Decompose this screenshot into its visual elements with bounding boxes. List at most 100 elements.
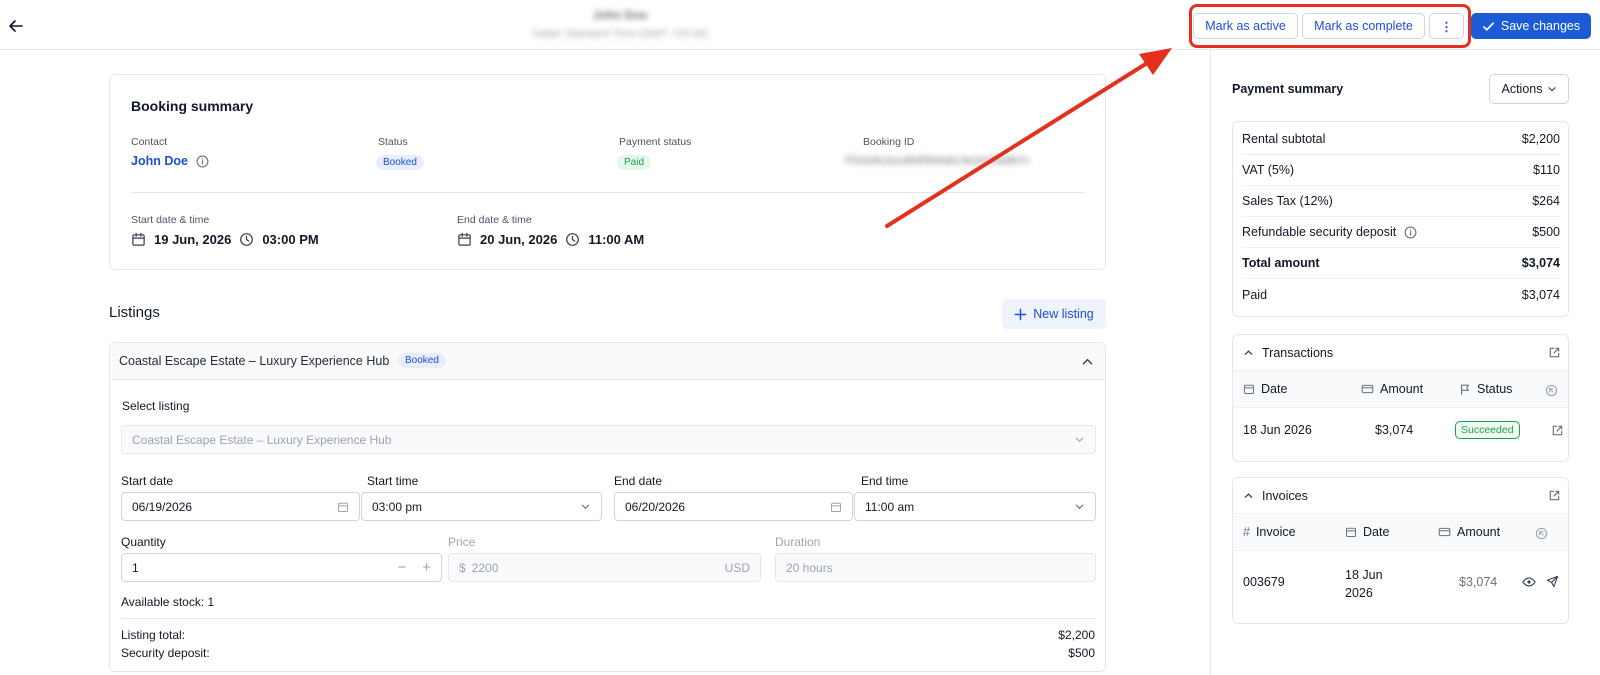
- chevron-up-icon[interactable]: [1243, 347, 1254, 358]
- external-link-icon[interactable]: [1548, 489, 1561, 502]
- start-datetime: 19 Jun, 2026 03:00 PM: [131, 232, 319, 247]
- payment-row-label: Paid: [1242, 287, 1268, 302]
- price-label: Price: [448, 535, 476, 549]
- column-header-amount: Amount: [1361, 371, 1423, 407]
- listing-total-value: $2,200: [1058, 628, 1095, 642]
- end-time-value: 11:00 am: [865, 499, 915, 514]
- flag-icon: [1461, 384, 1469, 395]
- top-bar: John Doe Indian Standard Time (GMT +05:3…: [0, 0, 1600, 50]
- column-settings-icon[interactable]: [1535, 527, 1548, 540]
- new-listing-label: New listing: [1033, 307, 1094, 321]
- actions-label: Actions: [1501, 82, 1543, 96]
- select-listing-label: Select listing: [122, 399, 190, 413]
- payment-summary-title: Payment summary: [1232, 82, 1344, 96]
- start-datetime-label: Start date & time: [131, 214, 210, 226]
- contact-name: John Doe: [131, 154, 188, 168]
- contact-label: Contact: [131, 136, 168, 148]
- credit-card-icon: [1438, 527, 1451, 537]
- payment-row-value: $264: [1532, 194, 1560, 208]
- transaction-status-badge: Succeeded: [1455, 421, 1520, 439]
- chevron-down-icon: [1548, 87, 1555, 92]
- duration-input[interactable]: 20 hours: [775, 553, 1096, 582]
- price-prefix: $: [459, 560, 466, 575]
- payment-status-badge: Paid: [617, 155, 652, 170]
- security-deposit-value: $500: [1068, 646, 1095, 660]
- send-icon[interactable]: [1546, 575, 1559, 588]
- invoices-card: Invoices # Invoice Date Amount 003679 18…: [1232, 477, 1569, 624]
- calendar-icon[interactable]: [337, 501, 349, 513]
- invoice-number[interactable]: 003679: [1243, 575, 1285, 589]
- payment-row-label: Total amount: [1242, 256, 1320, 270]
- listing-item-badge: Booked: [398, 353, 446, 368]
- minus-icon[interactable]: −: [397, 559, 406, 576]
- select-listing-value: Coastal Escape Estate – Luxury Experienc…: [132, 432, 392, 447]
- transaction-amount: $3,074: [1375, 423, 1414, 437]
- end-time-select[interactable]: 11:00 am: [854, 492, 1096, 521]
- invoices-title: Invoices: [1262, 488, 1308, 503]
- calendar-icon: [1345, 527, 1357, 538]
- payment-row: Paid $3,074: [1242, 279, 1560, 310]
- new-listing-button[interactable]: New listing: [1002, 299, 1106, 329]
- transaction-date: 18 Jun 2026: [1243, 423, 1312, 437]
- quantity-label: Quantity: [121, 535, 166, 549]
- save-changes-button[interactable]: Save changes: [1471, 13, 1591, 39]
- listing-item-header[interactable]: Coastal Escape Estate – Luxury Experienc…: [110, 343, 1105, 380]
- status-badge: Booked: [376, 155, 424, 170]
- payment-row-value: $2,200: [1521, 132, 1560, 146]
- info-icon[interactable]: [1404, 226, 1417, 239]
- start-date-input[interactable]: 06/19/2026: [121, 492, 360, 521]
- external-link-icon[interactable]: [1551, 424, 1564, 437]
- invoices-header[interactable]: Invoices: [1233, 478, 1568, 513]
- chevron-down-icon: [1075, 504, 1084, 510]
- start-time-value: 03:00 pm: [372, 499, 423, 514]
- column-settings-icon[interactable]: [1545, 384, 1558, 397]
- calendar-icon[interactable]: [830, 501, 842, 513]
- arrow-left-icon: [9, 20, 23, 32]
- available-stock: Available stock: 1: [121, 595, 214, 609]
- actions-dropdown-button[interactable]: Actions: [1489, 74, 1569, 104]
- end-time-label: End time: [861, 474, 909, 488]
- invoice-amount: $3,074: [1459, 575, 1498, 589]
- start-time-select[interactable]: 03:00 pm: [361, 492, 602, 521]
- status-label: Status: [378, 136, 408, 148]
- column-header-label: Amount: [1380, 382, 1424, 396]
- back-button[interactable]: [4, 14, 28, 38]
- price-input[interactable]: $ 2200 USD: [448, 553, 761, 582]
- column-header-date: Date: [1345, 514, 1389, 550]
- payment-status-label: Payment status: [619, 136, 692, 148]
- payment-row-value: $500: [1532, 225, 1560, 239]
- payment-summary-card: Rental subtotal $2,200 VAT (5%) $110 Sal…: [1232, 121, 1569, 317]
- listing-total-label: Listing total:: [121, 628, 186, 642]
- security-deposit-label: Security deposit:: [121, 646, 210, 660]
- end-date-input[interactable]: 06/20/2026: [614, 492, 853, 521]
- credit-card-icon: [1361, 384, 1374, 394]
- chevron-up-icon[interactable]: [1243, 490, 1254, 501]
- chevron-up-icon[interactable]: [1081, 355, 1094, 368]
- summary-divider: [131, 192, 1085, 193]
- end-datetime-label: End date & time: [457, 214, 532, 226]
- chevron-down-icon: [581, 504, 590, 510]
- price-currency: USD: [724, 560, 750, 575]
- contact-link[interactable]: John Doe: [131, 154, 209, 168]
- duration-value: 20 hours: [786, 560, 833, 575]
- check-icon: [1482, 21, 1494, 31]
- payment-row: Sales Tax (12%) $264: [1242, 186, 1560, 217]
- listing-divider: [121, 618, 1096, 619]
- plus-icon[interactable]: +: [422, 559, 431, 576]
- listing-item-card: Coastal Escape Estate – Luxury Experienc…: [109, 342, 1106, 672]
- column-header-amount: Amount: [1438, 514, 1500, 550]
- booking-summary-card: Booking summary Contact John Doe Status …: [109, 74, 1106, 270]
- eye-icon[interactable]: [1522, 576, 1536, 588]
- info-icon[interactable]: [196, 155, 209, 168]
- booking-id-value: f7b3a9c2e1d84f5b9a6c3e2d1f0a8b7c: [845, 155, 1030, 167]
- payment-row-value: $110: [1533, 163, 1560, 177]
- select-listing-dropdown[interactable]: Coastal Escape Estate – Luxury Experienc…: [121, 425, 1096, 454]
- end-date: 20 Jun, 2026: [480, 232, 558, 247]
- column-header-date: Date: [1243, 371, 1287, 407]
- external-link-icon[interactable]: [1548, 346, 1561, 359]
- payment-row-label: Rental subtotal: [1242, 132, 1326, 146]
- quantity-stepper[interactable]: 1 − +: [121, 553, 442, 582]
- transactions-header[interactable]: Transactions: [1233, 335, 1568, 370]
- end-date-value: 06/20/2026: [625, 499, 686, 514]
- available-stock-label: Available stock:: [121, 595, 205, 609]
